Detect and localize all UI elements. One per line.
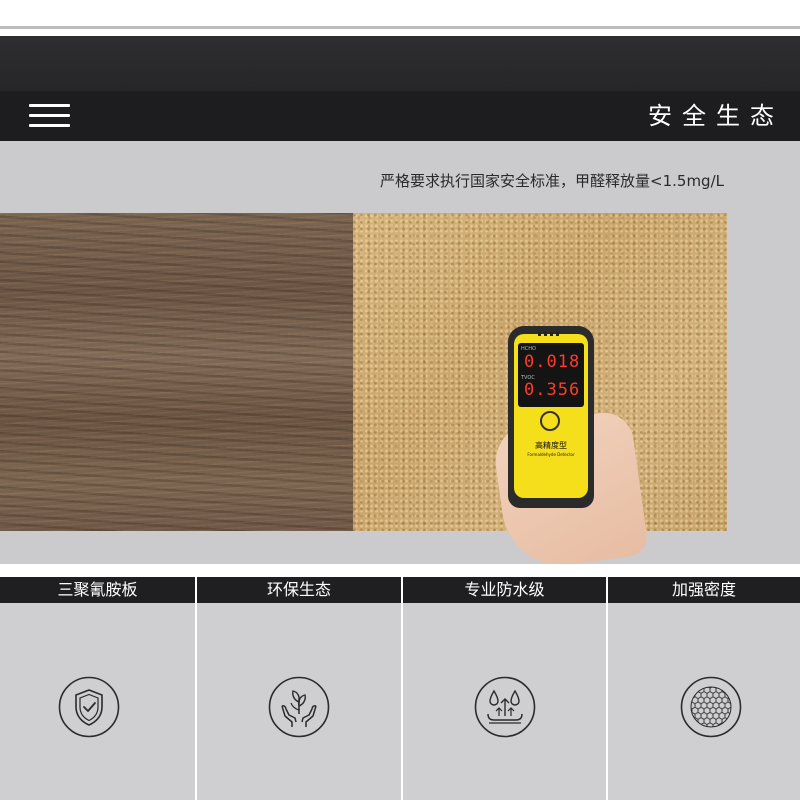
detector-sublabel: Formaldehyde Detector [527, 452, 575, 457]
feature-label: 三聚氰胺板 [0, 577, 195, 603]
hexagon-mesh-icon [680, 676, 742, 738]
top-divider [0, 26, 800, 29]
hands-plant-icon [268, 676, 330, 738]
top-strip [0, 0, 800, 28]
hero-caption: 严格要求执行国家安全标准，甲醛释放量<1.5mg/L [380, 172, 724, 190]
water-drops-icon [474, 676, 536, 738]
feature-label: 专业防水级 [403, 577, 606, 603]
feature-waterproof: 专业防水级 [403, 577, 606, 800]
reading-hcho: 0.018 [524, 352, 581, 372]
menu-icon-bar [29, 104, 70, 107]
feature-melamine: 三聚氰胺板 [0, 577, 195, 800]
menu-icon-bar [29, 124, 70, 127]
detector-label: 高精度型 [535, 441, 567, 450]
feature-density: 加强密度 [608, 577, 800, 800]
menu-icon-bar [29, 114, 70, 117]
header-band [0, 36, 800, 91]
reading-tvoc: 0.356 [524, 380, 581, 400]
detector-button [540, 411, 560, 431]
feature-label: 环保生态 [197, 577, 401, 603]
page-title: 安全生态 [648, 102, 784, 130]
menu-icon[interactable] [29, 104, 70, 128]
wood-grain-panel [0, 213, 353, 531]
feature-label: 加强密度 [608, 577, 800, 603]
detector-vent [538, 332, 562, 336]
shield-check-icon [58, 676, 120, 738]
feature-eco: 环保生态 [197, 577, 401, 800]
